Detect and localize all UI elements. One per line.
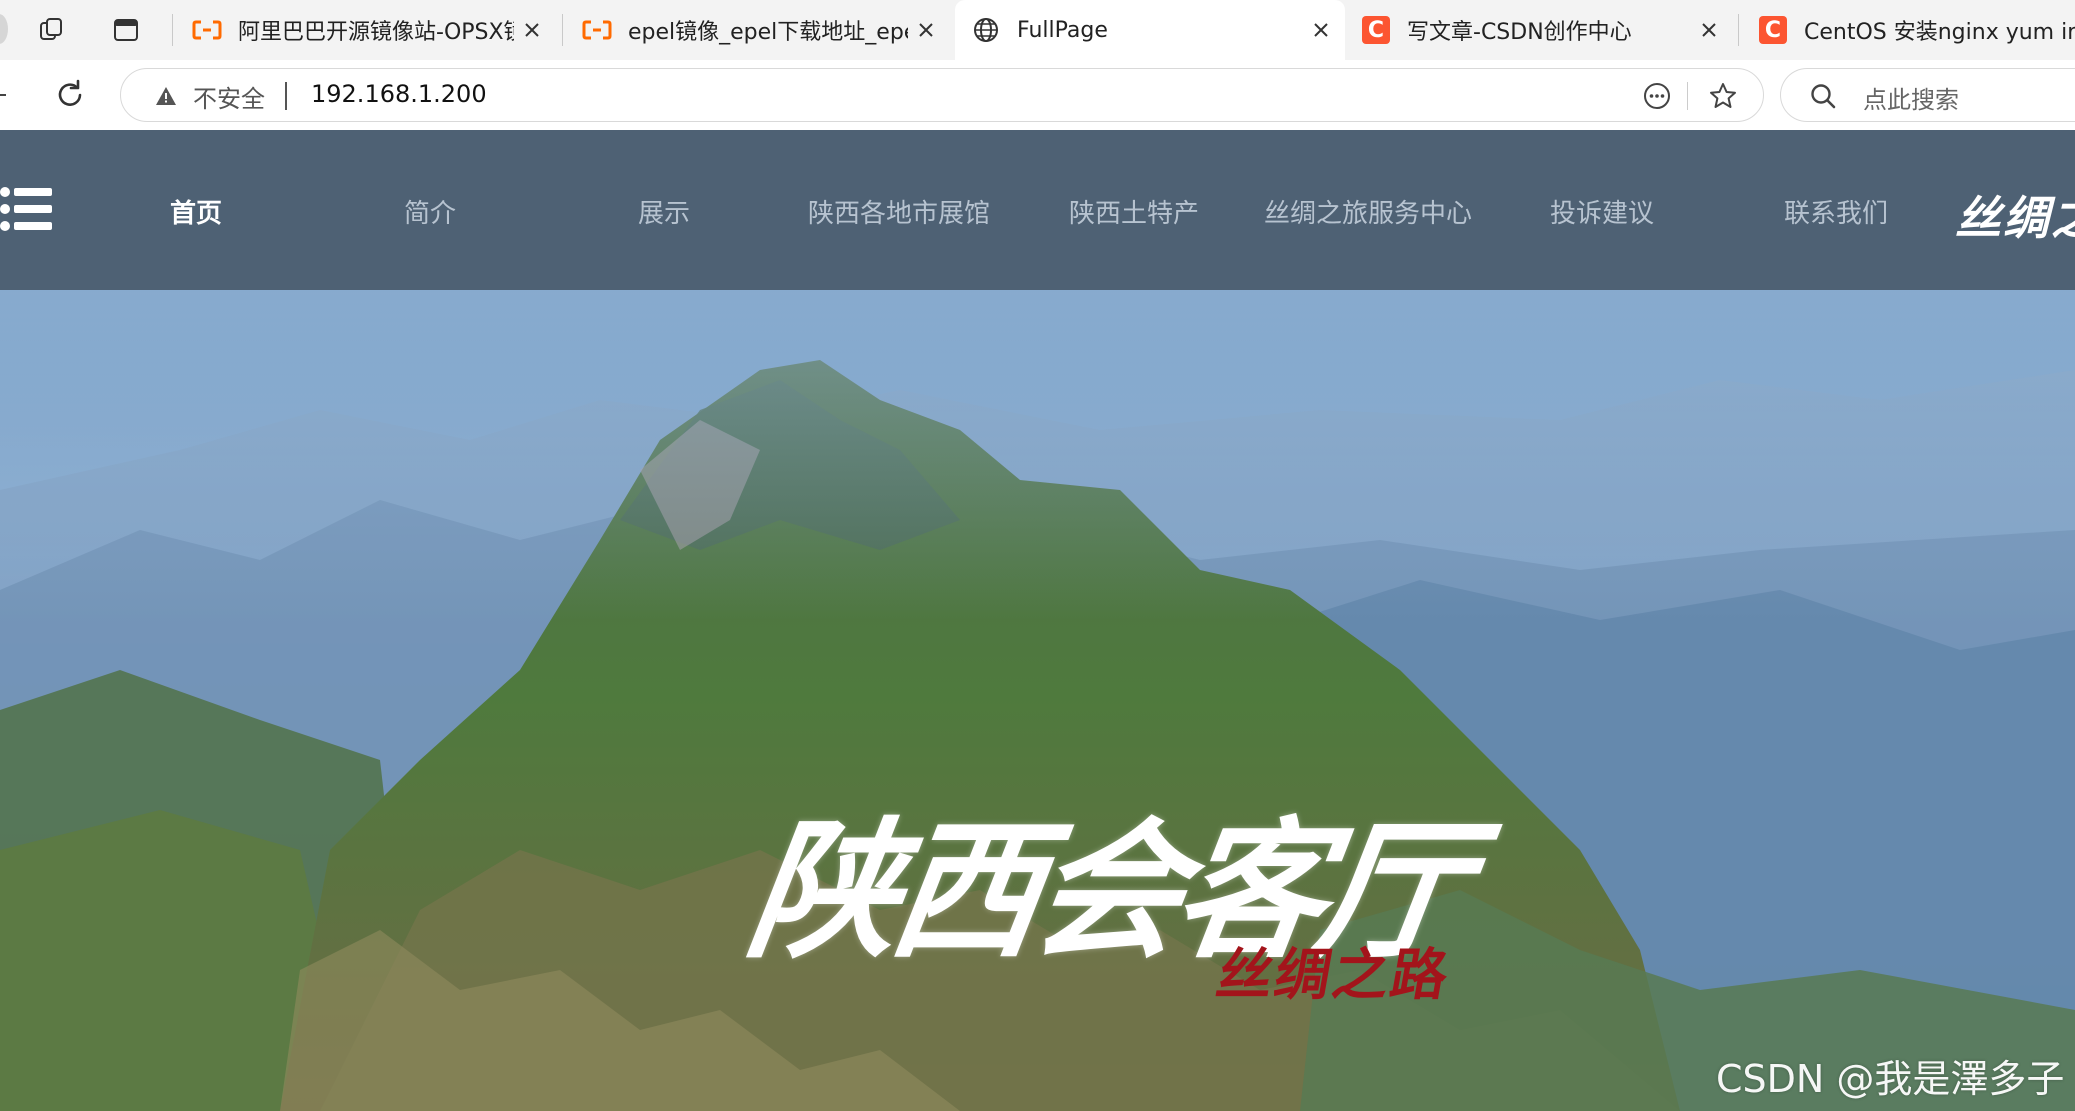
nav-item-complaints[interactable]: 投诉建议 — [1550, 193, 1654, 230]
close-tab-icon[interactable] — [514, 12, 550, 48]
tab-fullpage[interactable]: FullPage — [955, 0, 1345, 60]
nav-item-showcase[interactable]: 展示 — [638, 193, 690, 230]
vertical-tabs-icon[interactable] — [106, 10, 146, 50]
tab-centos-nginx[interactable]: C CentOS 安装nginx yum install — [1742, 0, 2075, 60]
globe-icon — [971, 15, 1001, 45]
nav-item-city-pavilions[interactable]: 陕西各地市展馆 — [808, 193, 990, 230]
security-status-label[interactable]: 不安全 — [193, 79, 265, 114]
browser-tab-strip: 阿里巴巴开源镜像站-OPSX镜像 epel镜像_epel下载地址_epel安 F… — [0, 0, 2075, 60]
back-arrow-icon[interactable] — [0, 94, 6, 96]
nav-item-intro[interactable]: 简介 — [404, 193, 456, 230]
search-placeholder[interactable]: 点此搜索 — [1863, 80, 1959, 115]
warning-triangle-icon[interactable] — [155, 86, 177, 110]
address-bar[interactable]: 不安全 192.168.1.200 — [120, 68, 1764, 122]
nav-item-service-center[interactable]: 丝绸之旅服务中心 — [1264, 193, 1472, 230]
csdn-icon: C — [1758, 15, 1788, 45]
workspaces-icon[interactable] — [32, 10, 72, 50]
csdn-watermark: CSDN @我是澤多子 — [1716, 1057, 2065, 1101]
tab-separator — [1738, 14, 1739, 46]
search-box[interactable]: 点此搜索 — [1780, 68, 2075, 122]
tab-title: 写文章-CSDN创作中心 — [1407, 20, 1632, 45]
refresh-icon[interactable] — [50, 75, 90, 115]
tab-title: epel镜像_epel下载地址_epel安 — [628, 20, 908, 45]
close-tab-icon[interactable] — [1691, 12, 1727, 48]
hamburger-menu-icon[interactable] — [0, 186, 54, 236]
tab-separator — [172, 14, 173, 46]
close-tab-icon[interactable] — [1303, 12, 1339, 48]
nav-item-home[interactable]: 首页 — [170, 193, 222, 230]
aliyun-icon — [582, 15, 612, 45]
nav-item-contact[interactable]: 联系我们 — [1784, 193, 1888, 230]
tab-epel-mirror[interactable]: epel镜像_epel下载地址_epel安 — [566, 0, 950, 60]
hero-subtitle: 丝绸之路 — [1211, 942, 1456, 1008]
more-dots-icon[interactable] — [1639, 78, 1675, 114]
search-icon[interactable] — [1809, 82, 1837, 114]
close-tab-icon[interactable] — [908, 12, 944, 48]
aliyun-icon — [192, 15, 222, 45]
browser-toolbar: 不安全 192.168.1.200 点此搜索 — [0, 60, 2075, 130]
csdn-icon: C — [1361, 15, 1391, 45]
nav-item-local-specialties[interactable]: 陕西土特产 — [1069, 193, 1199, 230]
address-divider — [1687, 82, 1688, 110]
profile-avatar-edge[interactable] — [0, 14, 8, 44]
tab-title: FullPage — [1017, 17, 1108, 43]
tab-separator — [562, 14, 563, 46]
site-navbar: 首页 简介 展示 陕西各地市展馆 陕西土特产 丝绸之旅服务中心 投诉建议 联系我… — [0, 130, 2075, 290]
web-page: 首页 简介 展示 陕西各地市展馆 陕西土特产 丝绸之旅服务中心 投诉建议 联系我… — [0, 130, 2075, 1111]
tab-title: 阿里巴巴开源镜像站-OPSX镜像 — [238, 20, 514, 45]
favorite-star-icon[interactable] — [1705, 78, 1741, 114]
site-logo[interactable]: 丝绸之 — [1955, 182, 2075, 248]
tab-aliyun-mirror[interactable]: 阿里巴巴开源镜像站-OPSX镜像 — [176, 0, 556, 60]
address-divider — [285, 82, 287, 110]
tab-title: CentOS 安装nginx yum install — [1804, 20, 2075, 45]
tab-csdn-write[interactable]: C 写文章-CSDN创作中心 — [1345, 0, 1733, 60]
url-text[interactable]: 192.168.1.200 — [311, 80, 487, 108]
hero-banner: 陕西会客厅 丝绸之路 — [0, 290, 2075, 1111]
